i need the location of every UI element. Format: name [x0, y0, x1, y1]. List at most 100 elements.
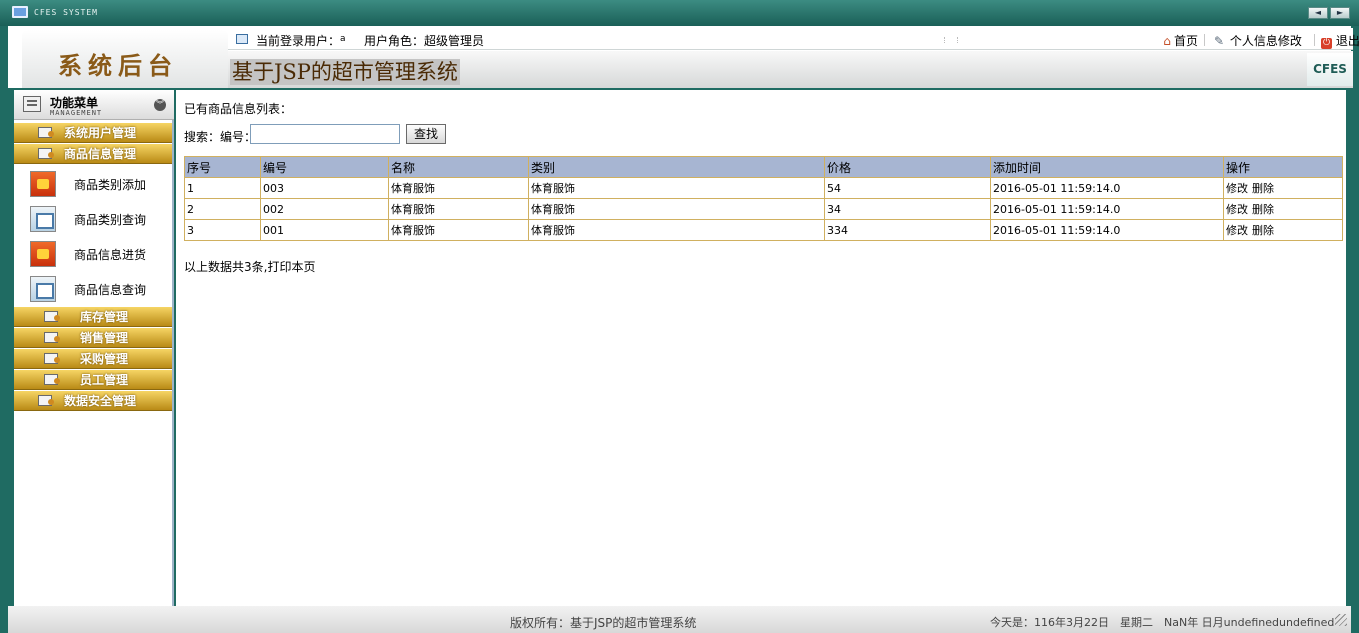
edit-link[interactable]: 修改 [1226, 182, 1248, 195]
cell-actions: 修改 删除 [1223, 177, 1343, 199]
cell-price: 54 [824, 177, 991, 199]
home-link-label: 首页 [1174, 34, 1199, 48]
menu-label: 系统用户管理 [64, 126, 137, 140]
menu-label: 数据安全管理 [64, 394, 137, 408]
window-title: CFES SYSTEM [34, 8, 98, 17]
category-add-icon [30, 171, 56, 197]
submenu-category-add[interactable]: 商品类别添加 [14, 166, 172, 201]
copyright-text: 版权所有：基于JSP的超市管理系统 [510, 616, 697, 630]
delete-link[interactable]: 删除 [1252, 182, 1274, 195]
submenu-category-query[interactable]: 商品类别查询 [14, 201, 172, 236]
cell-index: 1 [184, 177, 261, 199]
home-link[interactable]: ⌂ 首页 [1160, 32, 1198, 49]
folder-icon [44, 374, 60, 385]
window-titlebar: CFES SYSTEM ◄ ► [0, 0, 1359, 26]
cell-name: 体育服饰 [388, 198, 529, 220]
category-query-icon [30, 206, 56, 232]
folder-icon [44, 311, 60, 322]
column-header: 名称 [388, 156, 529, 178]
header: 系统后台 当前登录用户： a 用户角色： 超级管理员 ⌂ 首页 ✎ 个人信息修改 … [6, 26, 1359, 88]
subtitle-band: 基于JSP的超市管理系统 CFES [228, 51, 1353, 88]
cell-name: 体育服饰 [388, 219, 529, 241]
cell-index: 3 [184, 219, 261, 241]
menu-system-users[interactable]: 系统用户管理 [14, 123, 172, 143]
submenu-label: 商品类别查询 [74, 213, 147, 227]
submenu-label: 商品类别添加 [74, 178, 147, 192]
user-role-value: 超级管理员 [424, 34, 485, 48]
menu-label: 员工管理 [80, 373, 129, 387]
menu-product-info[interactable]: 商品信息管理 [14, 144, 172, 164]
search-label: 搜索：编号： [184, 130, 257, 144]
monitor-icon [12, 6, 28, 18]
table-row: 2 002 体育服饰 体育服饰 34 2016-05-01 11:59:14.0… [184, 198, 1343, 220]
nav-prev-button[interactable]: ◄ [1308, 7, 1328, 19]
menu-employees[interactable]: 员工管理 [14, 370, 172, 390]
user-card-icon [236, 34, 248, 44]
collapse-icon[interactable]: ︾ [154, 99, 166, 111]
record-count-text: 以上数据共3条, [184, 260, 268, 274]
folder-icon [44, 332, 60, 343]
menu-label: 库存管理 [80, 310, 129, 324]
submenu-product-query[interactable]: 商品信息查询 [14, 271, 172, 306]
edit-link[interactable]: 修改 [1226, 224, 1248, 237]
menu-inventory[interactable]: 库存管理 [14, 307, 172, 327]
list-caption: 已有商品信息列表： [184, 102, 293, 116]
menu-sales[interactable]: 销售管理 [14, 328, 172, 348]
user-role-label: 用户角色： [364, 34, 425, 48]
folder-icon [38, 148, 54, 159]
cfes-badge: CFES [1307, 53, 1353, 86]
divider [1314, 34, 1315, 46]
record-summary: 以上数据共3条,打印本页 [184, 258, 315, 275]
column-header: 操作 [1223, 156, 1343, 178]
profile-edit-link-label: 个人信息修改 [1229, 34, 1302, 48]
submenu-product-stock-in[interactable]: 商品信息进货 [14, 236, 172, 271]
cell-code: 001 [260, 219, 389, 241]
logout-icon: ⏻ [1321, 38, 1332, 49]
delete-link[interactable]: 删除 [1252, 224, 1274, 237]
logout-link-label: 退出 [1335, 34, 1359, 48]
user-info-bar: 当前登录用户： a 用户角色： 超级管理员 ⌂ 首页 ✎ 个人信息修改 ⏻ 退出 [228, 28, 1359, 50]
search-button[interactable]: 查找 [406, 124, 446, 144]
column-header: 编号 [260, 156, 389, 178]
menu-purchasing[interactable]: 采购管理 [14, 349, 172, 369]
column-header: 序号 [184, 156, 261, 178]
cell-added-time: 2016-05-01 11:59:14.0 [990, 219, 1224, 241]
folder-icon [38, 395, 54, 406]
cell-name: 体育服饰 [388, 177, 529, 199]
divider [1204, 34, 1205, 46]
nav-next-button[interactable]: ► [1330, 7, 1350, 19]
edit-link[interactable]: 修改 [1226, 203, 1248, 216]
print-page-link[interactable]: 打印本页 [267, 260, 315, 274]
menu-board-icon [23, 96, 41, 112]
product-table: 序号 编号 名称 类别 价格 添加时间 操作 1 003 体育服饰 体育服饰 5… [184, 156, 1343, 241]
home-icon: ⌂ [1163, 34, 1171, 48]
menu-label: 采购管理 [80, 352, 129, 366]
folder-icon [38, 127, 54, 138]
logo-text: 系统后台 [58, 51, 178, 80]
cell-code: 003 [260, 177, 389, 199]
grip-handle [944, 37, 958, 43]
cell-category: 体育服饰 [528, 198, 825, 220]
logout-link[interactable]: ⏻ 退出 [1321, 32, 1359, 49]
table-header-row: 序号 编号 名称 类别 价格 添加时间 操作 [184, 156, 1343, 178]
column-header: 类别 [528, 156, 825, 178]
cell-price: 334 [824, 219, 991, 241]
cell-actions: 修改 删除 [1223, 198, 1343, 220]
edit-icon: ✎ [1213, 34, 1225, 48]
product-query-icon [30, 276, 56, 302]
delete-link[interactable]: 删除 [1252, 203, 1274, 216]
resize-grip-icon[interactable] [1335, 614, 1347, 626]
system-title: 基于JSP的超市管理系统 [230, 59, 460, 85]
submenu-label: 商品信息进货 [74, 248, 147, 262]
profile-edit-link[interactable]: ✎ 个人信息修改 [1212, 32, 1302, 49]
cell-added-time: 2016-05-01 11:59:14.0 [990, 177, 1224, 199]
cell-code: 002 [260, 198, 389, 220]
cell-price: 34 [824, 198, 991, 220]
search-input[interactable] [250, 124, 400, 144]
cell-category: 体育服饰 [528, 177, 825, 199]
column-header: 价格 [824, 156, 991, 178]
menu-header: 功能菜单 MANAGEMENT ︾ [14, 90, 174, 120]
current-user-label: 当前登录用户： [256, 34, 341, 48]
table-row: 3 001 体育服饰 体育服饰 334 2016-05-01 11:59:14.… [184, 219, 1343, 241]
menu-data-security[interactable]: 数据安全管理 [14, 391, 172, 411]
